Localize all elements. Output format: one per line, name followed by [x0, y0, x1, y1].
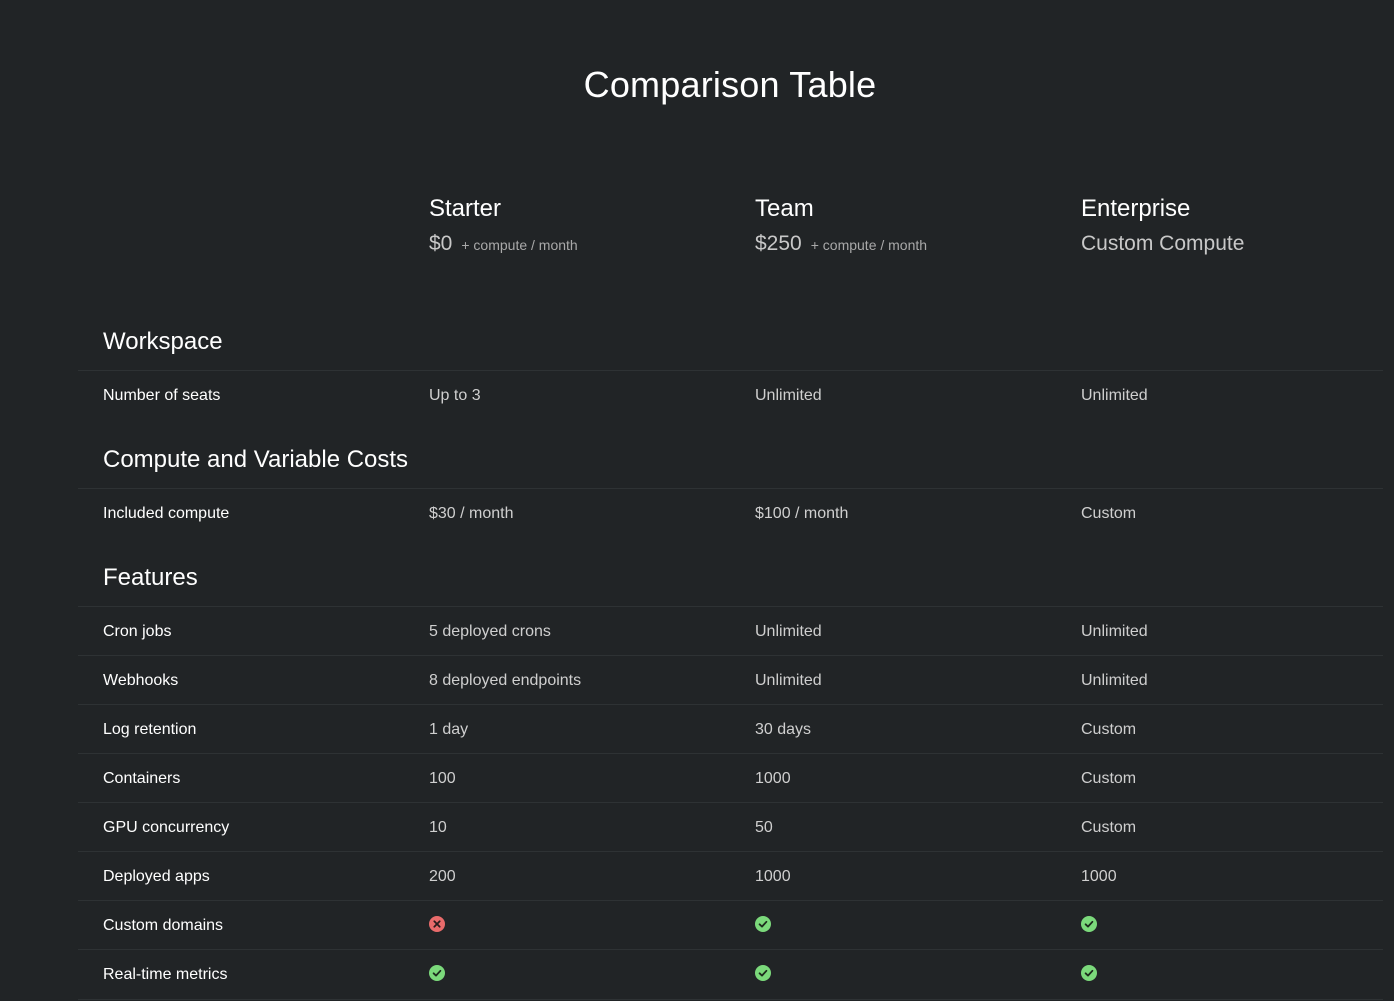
- table-row: Webhooks 8 deployed endpoints Unlimited …: [78, 655, 1383, 705]
- cell-enterprise: Custom: [1081, 819, 1137, 836]
- plan-price-row: $0 + compute / month: [429, 232, 578, 256]
- cell-enterprise: Unlimited: [1081, 623, 1148, 640]
- plan-name: Enterprise: [1081, 195, 1191, 222]
- page-title: Comparison Table: [583, 64, 877, 105]
- plan-name: Starter: [429, 195, 502, 222]
- cell-starter: 200: [429, 868, 456, 885]
- cell-enterprise: Custom: [1081, 721, 1137, 738]
- comparison-page: Comparison Table Starter $0 + compute / …: [0, 0, 1394, 1001]
- row-label: GPU concurrency: [103, 819, 230, 836]
- cell-team: 50: [755, 819, 773, 836]
- cell-team: [755, 901, 771, 950]
- section-title-compute: Compute and Variable Costs: [103, 446, 409, 473]
- plan-price-row: $250 + compute / month: [755, 232, 927, 256]
- cell-team: Unlimited: [755, 672, 822, 689]
- x-circle-icon: [429, 916, 445, 933]
- table-row: GPU concurrency 10 50 Custom: [78, 802, 1383, 852]
- plan-price: $250: [755, 232, 802, 255]
- row-label: Custom domains: [103, 917, 224, 934]
- check-circle-icon: [1081, 916, 1097, 933]
- cell-starter: [429, 950, 445, 999]
- table-row: Deployed apps 200 1000 1000: [78, 851, 1383, 901]
- plan-header-starter: Starter $0 + compute / month: [429, 194, 578, 256]
- cell-team: 30 days: [755, 721, 812, 738]
- check-circle-icon: [1081, 965, 1097, 982]
- table-row: Number of seats Up to 3 Unlimited Unlimi…: [78, 370, 1383, 420]
- row-label: Cron jobs: [103, 623, 172, 640]
- cell-enterprise: [1081, 901, 1097, 950]
- row-label: Webhooks: [103, 672, 179, 689]
- cell-enterprise: Custom: [1081, 505, 1137, 522]
- table-row: Containers 100 1000 Custom: [78, 753, 1383, 803]
- plan-header-enterprise: Enterprise Custom Compute: [1081, 194, 1244, 256]
- section-title-features: Features: [103, 564, 198, 591]
- row-label: Log retention: [103, 721, 197, 738]
- plan-price-suffix: + compute / month: [461, 237, 578, 253]
- check-circle-icon: [755, 965, 771, 982]
- cell-enterprise: Custom: [1081, 770, 1137, 787]
- row-label: Deployed apps: [103, 868, 210, 885]
- plan-name: Team: [755, 195, 814, 222]
- cell-starter: Up to 3: [429, 387, 481, 404]
- cell-starter: 1 day: [429, 721, 469, 738]
- cell-starter: [429, 901, 445, 950]
- cell-starter: 5 deployed crons: [429, 623, 551, 640]
- plan-price-row: Custom Compute: [1081, 232, 1244, 256]
- plan-price: $0: [429, 232, 453, 255]
- table-row: Log retention 1 day 30 days Custom: [78, 704, 1383, 754]
- cell-enterprise: 1000: [1081, 868, 1117, 885]
- cell-team: 1000: [755, 770, 791, 787]
- cell-team: Unlimited: [755, 387, 822, 404]
- cell-starter: 8 deployed endpoints: [429, 672, 582, 689]
- cell-starter: 100: [429, 770, 456, 787]
- cell-team: [755, 950, 771, 999]
- section-title-workspace: Workspace: [103, 328, 223, 355]
- row-label: Included compute: [103, 505, 230, 522]
- plan-price: Custom Compute: [1081, 232, 1245, 255]
- row-label: Real-time metrics: [103, 966, 228, 983]
- table-row: Custom domains: [78, 900, 1383, 950]
- cell-team: 1000: [755, 868, 791, 885]
- cell-enterprise: Unlimited: [1081, 672, 1148, 689]
- check-circle-icon: [429, 965, 445, 982]
- plan-price-suffix: + compute / month: [810, 237, 928, 253]
- cell-starter: 10: [429, 819, 447, 836]
- table-row: Included compute $30 / month $100 / mont…: [78, 488, 1383, 538]
- table-row: Real-time metrics: [78, 949, 1383, 1000]
- row-label: Containers: [103, 770, 181, 787]
- cell-enterprise: [1081, 950, 1097, 999]
- cell-starter: $30 / month: [429, 505, 514, 522]
- table-row: Cron jobs 5 deployed crons Unlimited Unl…: [78, 606, 1383, 656]
- cell-team: $100 / month: [755, 505, 849, 522]
- cell-enterprise: Unlimited: [1081, 387, 1148, 404]
- check-circle-icon: [755, 916, 771, 933]
- plan-header-team: Team $250 + compute / month: [755, 194, 927, 256]
- row-label: Number of seats: [103, 387, 221, 404]
- cell-team: Unlimited: [755, 623, 822, 640]
